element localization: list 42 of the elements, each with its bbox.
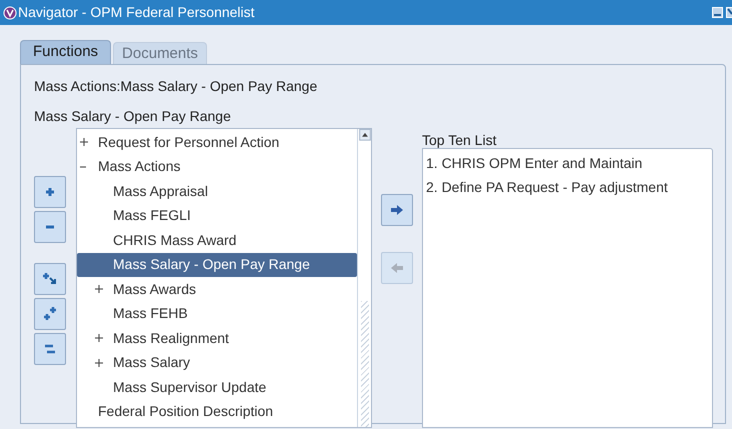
expand-branch-button[interactable]: [34, 263, 66, 295]
minus-icon: [45, 225, 55, 229]
expand-button[interactable]: [34, 176, 66, 208]
path-label: Mass Actions:Mass Salary - Open Pay Range: [34, 77, 318, 96]
tree-item[interactable]: Mass Salary: [77, 350, 357, 375]
minus-icon: [80, 166, 86, 168]
tree-item[interactable]: Mass Supervisor Update: [77, 375, 357, 400]
tree-item[interactable]: Mass Awards: [77, 277, 357, 302]
plus-icon: [95, 285, 103, 294]
tree-item[interactable]: Mass FEGLI: [77, 204, 357, 228]
window-title: Navigator - OPM Federal Personnelist: [18, 3, 255, 22]
tree-item[interactable]: Mass Realignment: [77, 326, 357, 350]
minimize-icon[interactable]: [712, 7, 723, 18]
scroll-up-icon[interactable]: [358, 129, 370, 141]
plus-icon: [80, 138, 88, 146]
scrollbar[interactable]: [357, 129, 371, 427]
tree-item[interactable]: CHRIS Mass Award: [77, 228, 357, 252]
tree-item[interactable]: Mass FEHB: [77, 302, 357, 326]
left-arrow-icon: [390, 262, 404, 274]
collapse-button[interactable]: [34, 211, 66, 243]
right-arrow-icon: [390, 204, 404, 216]
tree-item[interactable]: Mass Appraisal: [77, 179, 357, 204]
expand-all-button[interactable]: [34, 298, 66, 330]
tree-item[interactable]: Mass Salary - Open Pay Range: [77, 252, 357, 277]
double-plus-icon: [42, 306, 58, 322]
tree-item[interactable]: Request for Personnel Action: [77, 130, 357, 154]
plus-icon: [45, 187, 55, 197]
double-minus-icon: [44, 344, 56, 354]
close-icon[interactable]: [726, 7, 732, 18]
list-label: Top Ten List: [422, 131, 498, 148]
function-label: Mass Salary - Open Pay Range: [34, 107, 232, 126]
plus-icon: [95, 334, 103, 342]
tree-item[interactable]: Federal Position Description: [77, 400, 357, 424]
plus-icon: [95, 358, 103, 367]
tree-item[interactable]: Mass Actions: [77, 154, 357, 179]
list-item[interactable]: 2. Define PA Request - Pay adjustment: [426, 176, 712, 200]
collapse-all-button[interactable]: [34, 333, 66, 365]
list-item[interactable]: 1. CHRIS OPM Enter and Maintain: [426, 151, 712, 176]
app-logo-icon: [3, 6, 17, 20]
add-to-list-button[interactable]: [381, 194, 413, 226]
plus-arrow-icon: [42, 272, 58, 286]
tab[interactable]: Functions: [20, 40, 112, 64]
